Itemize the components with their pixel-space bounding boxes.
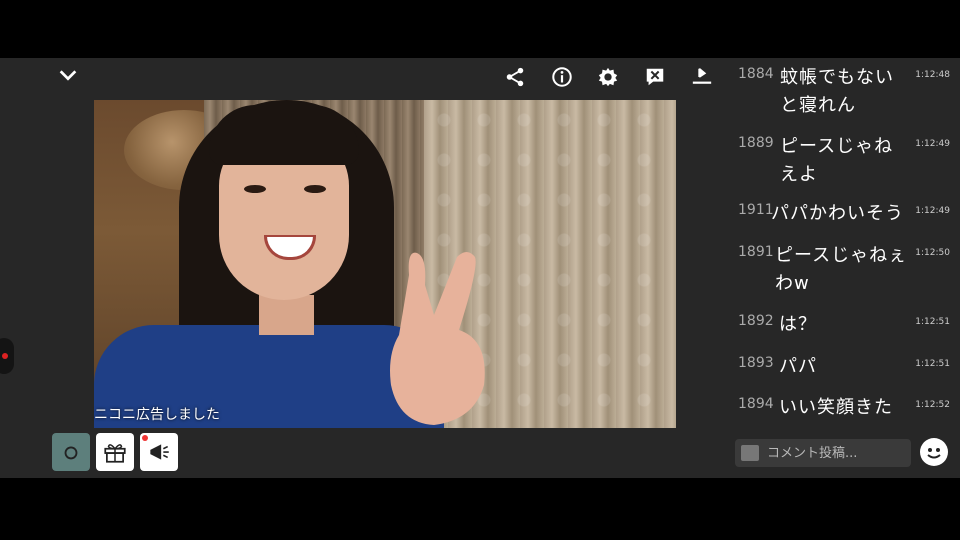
comment-text: ピースじゃねぇ <box>775 245 908 266</box>
player-screen: ニコニ広告しました 1884 蚊帳でもない と寝れん 1:12:48 1889 … <box>0 58 960 478</box>
comment-off-icon[interactable] <box>642 64 668 90</box>
peace-sign-hand <box>390 252 485 425</box>
video-person-bangs <box>209 105 359 165</box>
smiley-icon <box>927 448 941 459</box>
comment-number: 1911 <box>738 202 774 218</box>
download-icon[interactable] <box>689 64 715 90</box>
share-icon[interactable] <box>502 64 528 90</box>
gift-button[interactable] <box>96 433 134 471</box>
comment-text: いい笑顔きた <box>779 397 893 418</box>
comment-text: と寝れん <box>780 95 856 116</box>
emoji-button[interactable] <box>920 438 948 466</box>
comment-list[interactable]: 1884 蚊帳でもない と寝れん 1:12:48 1889 ピースじゃね えよ … <box>735 58 960 428</box>
gear-icon[interactable] <box>595 64 621 90</box>
bottom-toolbar <box>52 433 178 473</box>
comment-number: 1892 <box>738 313 774 329</box>
comment-number: 1884 <box>738 66 774 82</box>
comment-input[interactable] <box>767 439 907 467</box>
comment-text: えよ <box>780 164 818 185</box>
letterbox-top <box>0 0 960 58</box>
chevron-down-icon[interactable] <box>55 62 81 88</box>
comment-settings-icon[interactable] <box>741 445 759 461</box>
camera-thumbnail-button[interactable] <box>52 433 90 471</box>
ad-button[interactable] <box>140 433 178 471</box>
comment-number: 1893 <box>738 355 774 371</box>
comment-text: 蚊帳でもない <box>780 67 894 88</box>
comment-text: パパ <box>779 356 817 377</box>
comment-text: ピースじゃね <box>780 136 894 157</box>
comment-time: 1:12:51 <box>915 317 950 327</box>
comment-text: わw <box>775 273 810 294</box>
comment-time: 1:12:49 <box>915 206 950 216</box>
comment-time: 1:12:52 <box>915 400 950 410</box>
comment-number: 1894 <box>738 396 774 412</box>
notification-dot <box>142 435 148 441</box>
letterbox-bottom <box>0 478 960 540</box>
comment-time: 1:12:51 <box>915 359 950 369</box>
comment-text: パパかわいそう <box>771 203 904 224</box>
video-ticker-text: ニコニ広告しました <box>94 407 220 423</box>
camera-icon <box>64 446 78 460</box>
gift-icon <box>104 444 126 463</box>
comment-input-box[interactable] <box>735 439 911 467</box>
comment-time: 1:12:49 <box>915 139 950 149</box>
comment-text: は？ <box>779 314 817 335</box>
comment-time: 1:12:50 <box>915 248 950 258</box>
info-icon[interactable] <box>549 64 575 90</box>
video-person-eye-right <box>304 185 326 193</box>
megaphone-icon <box>150 444 169 460</box>
video-player[interactable] <box>94 100 676 428</box>
comment-time: 1:12:48 <box>915 70 950 80</box>
video-person-eye-left <box>244 185 266 193</box>
video-person-neck <box>259 295 314 335</box>
comment-number: 1889 <box>738 135 774 151</box>
comment-number: 1891 <box>738 244 774 260</box>
side-handle[interactable] <box>0 338 14 374</box>
